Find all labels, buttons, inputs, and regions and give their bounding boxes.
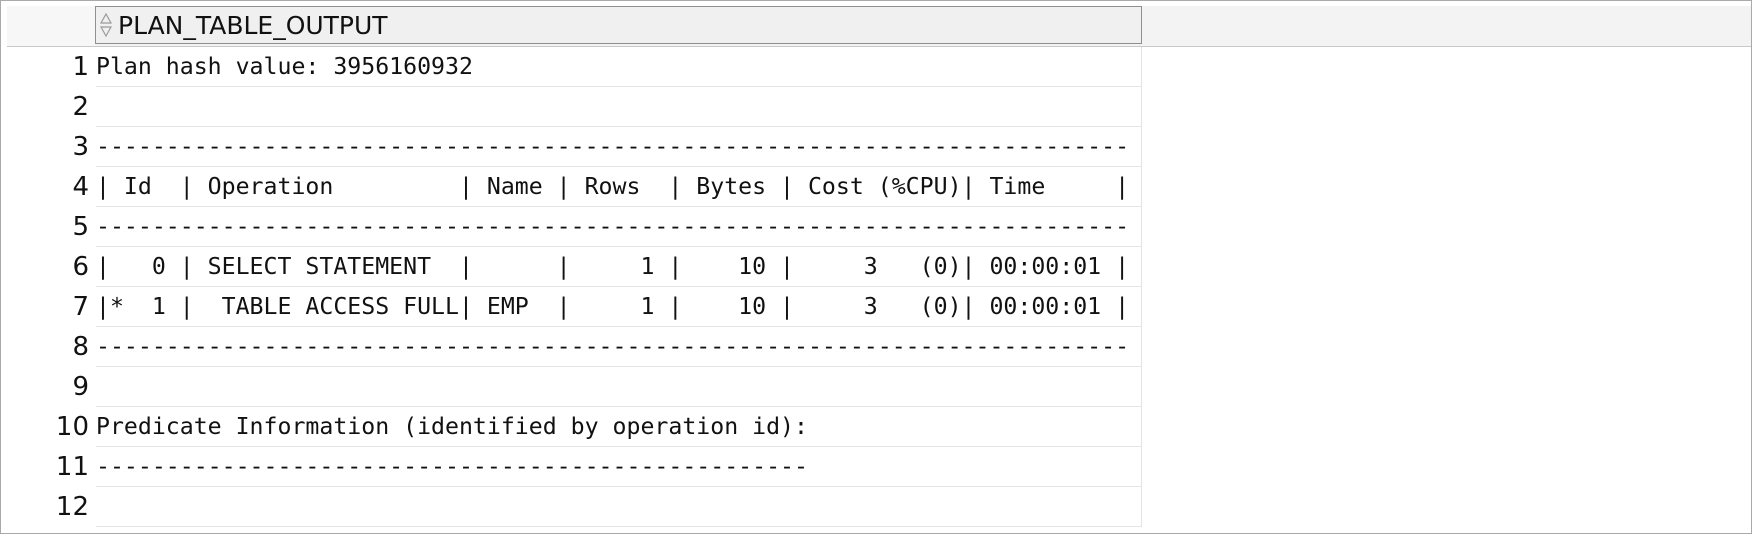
row-number: 9 [72,372,89,402]
row-number: 5 [72,212,89,242]
table-cell[interactable]: ----------------------------------------… [96,207,1142,247]
row-number: 6 [72,252,89,282]
table-row: 11 -------------------------------------… [7,447,1142,487]
table-row: 12 [7,487,1142,527]
table-cell[interactable]: Plan hash value: 3956160932 [96,47,1142,87]
grid-content: PLAN_TABLE_OUTPUT 1 Plan hash value: 395… [7,6,1751,533]
table-row: 10 Predicate Information (identified by … [7,407,1142,447]
row-number: 1 [72,52,89,82]
table-row: 6 | 0 | SELECT STATEMENT | | 1 | 10 | 3 … [7,247,1142,287]
row-number: 8 [72,332,89,362]
row-number: 10 [55,412,89,442]
table-cell[interactable]: Predicate Information (identified by ope… [96,407,1142,447]
table-cell[interactable]: ----------------------------------------… [96,447,1142,487]
table-row: 2 [7,87,1142,127]
table-row: 9 [7,367,1142,407]
table-row: 3 --------------------------------------… [7,127,1142,167]
column-header-label: PLAN_TABLE_OUTPUT [118,10,388,40]
grid-header-row: PLAN_TABLE_OUTPUT [7,6,1751,47]
table-cell[interactable] [96,367,1142,407]
table-cell[interactable]: | 0 | SELECT STATEMENT | | 1 | 10 | 3 (0… [96,247,1142,287]
table-cell[interactable]: |* 1 | TABLE ACCESS FULL| EMP | 1 | 10 |… [96,287,1142,327]
table-cell[interactable] [96,87,1142,127]
table-cell[interactable]: ----------------------------------------… [96,327,1142,367]
column-header-plan-table-output[interactable]: PLAN_TABLE_OUTPUT [95,6,1142,44]
table-row: 5 --------------------------------------… [7,207,1142,247]
table-row: 4 | Id | Operation | Name | Rows | Bytes… [7,167,1142,207]
grid-body: 1 Plan hash value: 3956160932 2 3 ------… [7,47,1751,533]
table-row: 8 --------------------------------------… [7,327,1142,367]
row-number: 12 [55,492,89,522]
row-number: 2 [72,92,89,122]
table-cell[interactable] [96,487,1142,527]
row-number: 7 [72,292,89,322]
row-number: 11 [55,452,89,482]
table-cell[interactable]: | Id | Operation | Name | Rows | Bytes |… [96,167,1142,207]
row-number: 4 [72,172,89,202]
row-header-corner [7,6,95,46]
table-row: 1 Plan hash value: 3956160932 [7,47,1142,87]
sort-icon[interactable] [99,12,113,38]
row-number: 3 [72,132,89,162]
table-cell[interactable]: ----------------------------------------… [96,127,1142,167]
table-row: 7 |* 1 | TABLE ACCESS FULL| EMP | 1 | 10… [7,287,1142,327]
result-grid: PLAN_TABLE_OUTPUT 1 Plan hash value: 395… [0,0,1752,534]
